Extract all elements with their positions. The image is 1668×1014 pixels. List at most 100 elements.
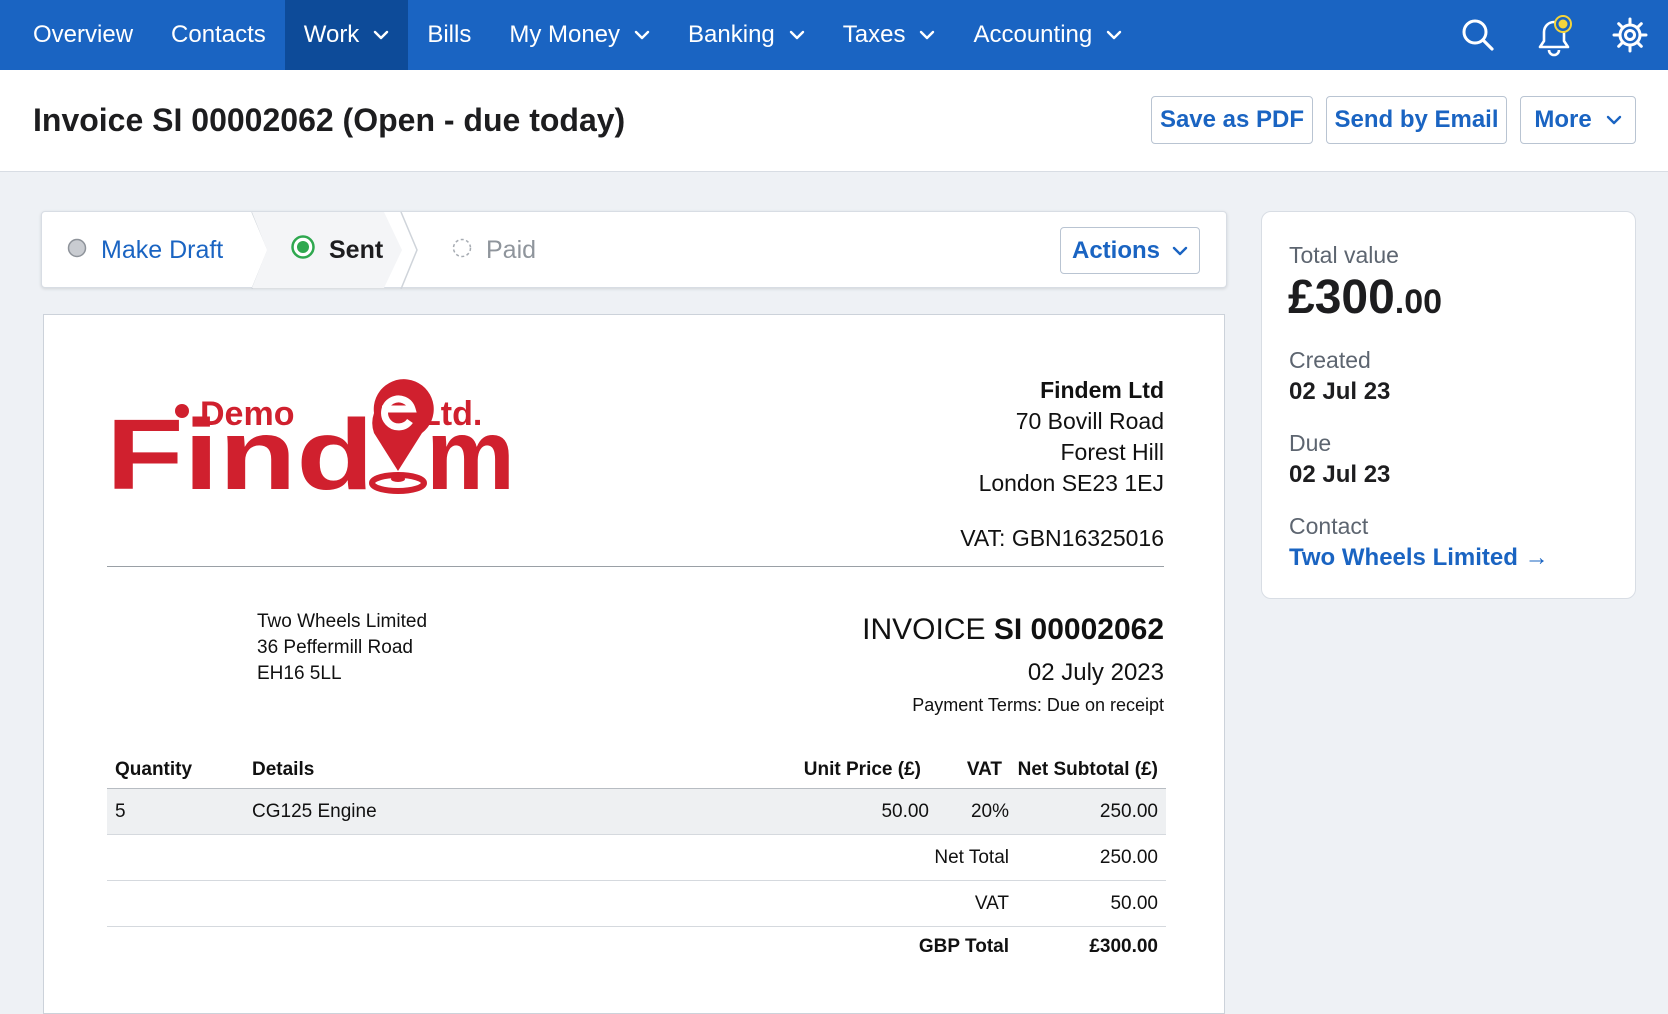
divider — [107, 566, 1164, 567]
bell-icon[interactable] — [1516, 0, 1592, 70]
company-name: Findem Ltd — [1040, 377, 1164, 403]
total-label: GBP Total — [918, 936, 1009, 957]
line-items-table: Quantity Details Unit Price (£) VAT Net … — [107, 755, 1166, 967]
bill-to-line: EH16 5LL — [257, 663, 342, 684]
step-make-draft[interactable]: Make Draft — [67, 212, 223, 289]
company-vat: VAT: GBN16325016 — [960, 525, 1164, 551]
nav-icons — [1440, 0, 1668, 70]
contact-link[interactable]: Two Wheels Limited → — [1289, 544, 1549, 572]
total-major: £300 — [1288, 271, 1395, 324]
actions-dropdown-button[interactable]: Actions — [1060, 227, 1200, 274]
button-label: Save as PDF — [1159, 106, 1305, 133]
cell-details: CG125 Engine — [252, 800, 377, 822]
search-icon[interactable] — [1440, 0, 1516, 70]
table-row: 5 CG125 Engine 50.00 20% 250.00 — [107, 789, 1166, 835]
total-value: 250.00 — [1099, 846, 1158, 868]
nav-label: Banking — [688, 21, 775, 48]
chevron-down-icon — [1606, 115, 1622, 125]
nav-label: Accounting — [973, 21, 1093, 48]
gear-icon[interactable] — [1592, 0, 1668, 70]
nav-item-accounting[interactable]: Accounting — [954, 0, 1141, 70]
chevron-down-icon — [1106, 30, 1122, 40]
total-label: Net Total — [934, 846, 1009, 868]
chevron-down-icon — [634, 30, 650, 40]
logo-dot — [175, 404, 189, 418]
nav-label: My Money — [509, 21, 621, 48]
column-header-unit-price: Unit Price (£) — [803, 759, 921, 780]
more-button[interactable]: More — [1520, 96, 1636, 144]
total-value: 50.00 — [1110, 892, 1158, 914]
chevron-down-icon — [373, 30, 389, 40]
cell-unit-price: 50.00 — [881, 800, 929, 822]
button-label: Send by Email — [1334, 106, 1499, 133]
check-radio-icon — [291, 235, 315, 266]
nav-label: Taxes — [842, 21, 906, 48]
invoice-date: 02 July 2023 — [1027, 659, 1164, 686]
contact-label: Contact — [1289, 513, 1369, 539]
due-label: Due — [1289, 430, 1332, 456]
step-divider — [400, 212, 418, 289]
save-as-pdf-button[interactable]: Save as PDF — [1151, 96, 1313, 144]
totals-row-gbp: GBP Total £300.00 — [107, 927, 1166, 967]
invoice-number: SI 00002062 — [993, 613, 1164, 646]
table-header-row: Quantity Details Unit Price (£) VAT Net … — [107, 755, 1166, 789]
total-label: VAT — [974, 892, 1009, 914]
total-value-amount: £300.00 — [1288, 270, 1442, 325]
nav-item-overview[interactable]: Overview — [0, 0, 152, 70]
page-title: Invoice SI 00002062 (Open - due today) — [33, 102, 626, 138]
column-header-quantity: Quantity — [115, 759, 193, 780]
map-pin-icon — [369, 379, 434, 494]
column-header-net-subtotal: Net Subtotal (£) — [1017, 759, 1158, 780]
logo-demo: Demo — [200, 395, 294, 433]
radio-icon — [67, 236, 87, 265]
due-value: 02 Jul 23 — [1289, 461, 1391, 488]
bill-to-line: 36 Peffermill Road — [257, 637, 413, 658]
page-header: Invoice SI 00002062 (Open - due today) S… — [0, 70, 1668, 172]
column-header-vat: VAT — [966, 759, 1002, 780]
step-label: Sent — [329, 236, 384, 264]
button-label: More — [1534, 106, 1592, 133]
invoice-heading: INVOICE SI 00002062 02 July 2023 Payment… — [862, 613, 1164, 716]
company-address-line: Forest Hill — [1060, 439, 1164, 465]
step-label: Paid — [486, 236, 537, 264]
step-sent: Sent — [291, 212, 383, 289]
payment-terms: Payment Terms: Due on receipt — [912, 695, 1164, 715]
company-address-line: 70 Bovill Road — [1015, 408, 1164, 434]
nav-item-contacts[interactable]: Contacts — [152, 0, 285, 70]
nav-label: Bills — [427, 21, 472, 48]
total-value: £300.00 — [1089, 936, 1158, 957]
step-paid: Paid — [452, 212, 536, 289]
invoice-number-line: INVOICE SI 00002062 — [862, 613, 1164, 647]
invoice-status-bar: Make Draft Sent Paid Actions — [41, 211, 1227, 289]
total-minor: .00 — [1394, 283, 1443, 321]
cell-vat: 20% — [970, 800, 1009, 822]
invoice-document: Find m Demo Ltd. Findem Ltd 70 Bovill Ro… — [43, 314, 1225, 1014]
nav-item-banking[interactable]: Banking — [669, 0, 824, 70]
created-value: 02 Jul 23 — [1289, 378, 1391, 405]
chevron-down-icon — [1172, 246, 1188, 256]
cell-quantity: 5 — [115, 800, 126, 822]
invoice-title-prefix: INVOICE — [862, 613, 986, 646]
step-label: Make Draft — [101, 236, 224, 264]
totals-row-vat: VAT 50.00 — [107, 881, 1166, 927]
bill-to-address: Two Wheels Limited 36 Peffermill Road EH… — [257, 609, 427, 687]
created-label: Created — [1289, 347, 1371, 373]
nav-item-my-money[interactable]: My Money — [490, 0, 669, 70]
total-value-label: Total value — [1289, 242, 1399, 268]
nav-label: Work — [303, 21, 360, 48]
column-header-details: Details — [252, 759, 315, 780]
nav-item-work[interactable]: Work — [284, 0, 409, 70]
button-label: Actions — [1071, 236, 1160, 264]
nav-label: Contacts — [171, 21, 266, 48]
cell-net-subtotal: 250.00 — [1099, 800, 1158, 822]
company-details: Findem Ltd 70 Bovill Road Forest Hill Lo… — [960, 375, 1164, 554]
nav-label: Overview — [33, 21, 134, 48]
send-by-email-button[interactable]: Send by Email — [1326, 96, 1507, 144]
nav-item-bills[interactable]: Bills — [408, 0, 490, 70]
invoice-summary-card: Total value £300.00 Created 02 Jul 23 Du… — [1261, 211, 1636, 599]
chevron-down-icon — [919, 30, 935, 40]
chevron-down-icon — [789, 30, 805, 40]
top-nav: Overview Contacts Work Bills My Money Ba… — [0, 0, 1668, 70]
nav-item-taxes[interactable]: Taxes — [824, 0, 955, 70]
company-logo: Find m Demo Ltd. — [104, 371, 524, 511]
